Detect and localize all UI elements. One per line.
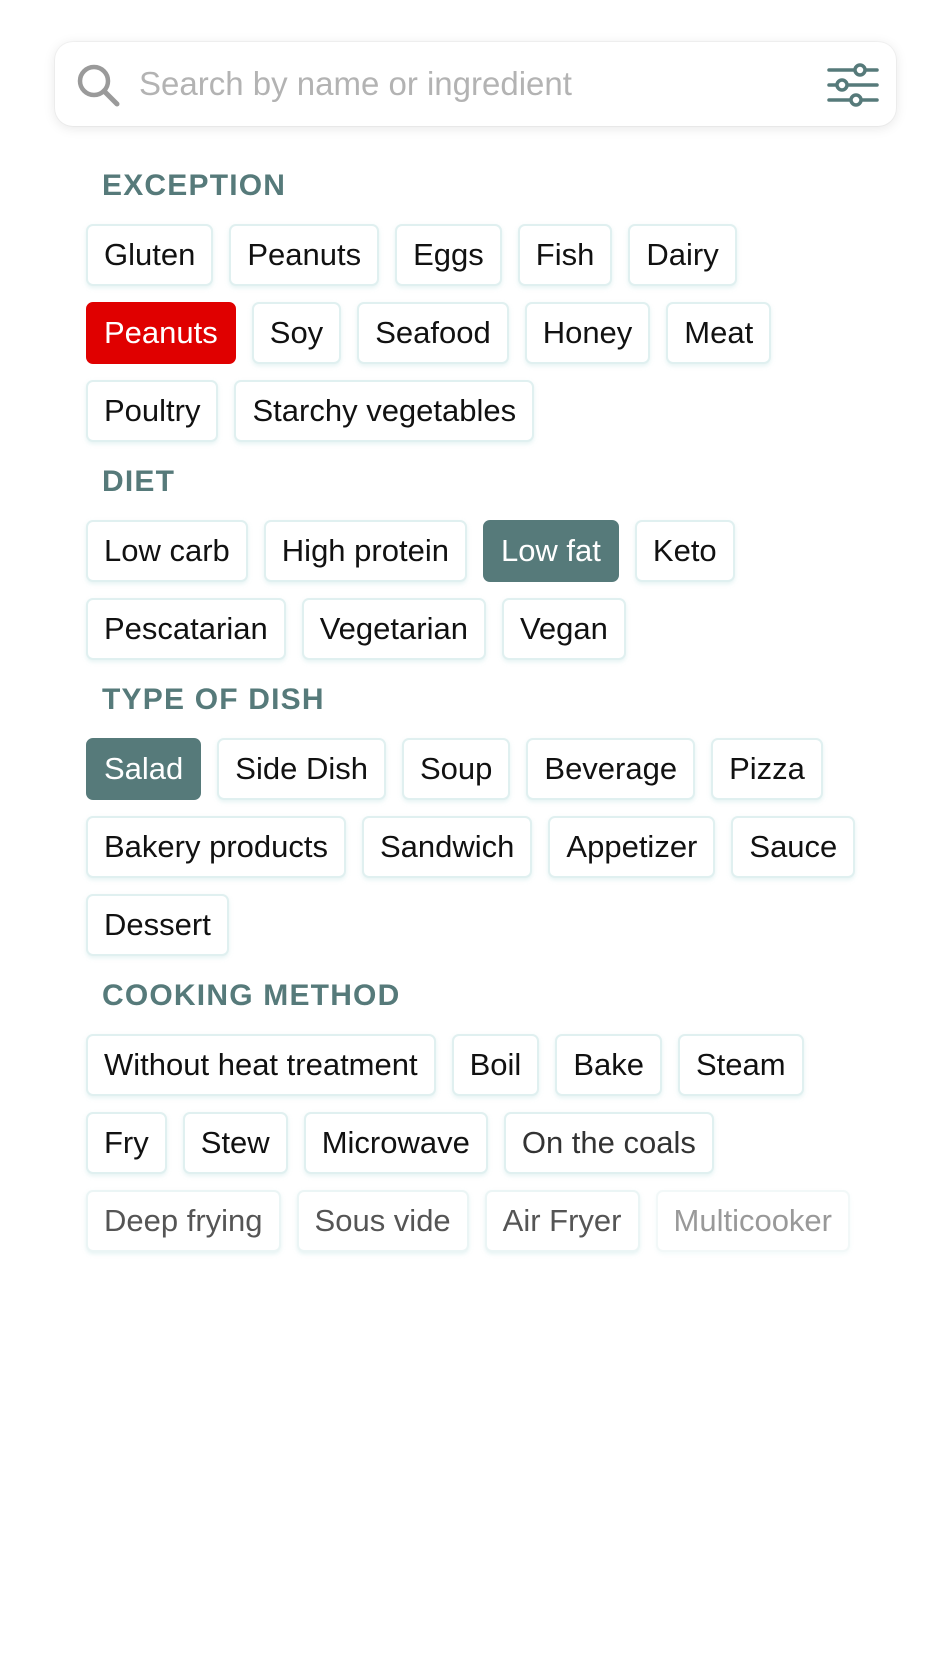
chip-gluten[interactable]: Gluten bbox=[86, 224, 214, 286]
chip-vegan[interactable]: Vegan bbox=[501, 598, 626, 660]
chip-steam[interactable]: Steam bbox=[677, 1034, 804, 1096]
chip-deep-frying[interactable]: Deep frying bbox=[86, 1190, 281, 1252]
chip-bake[interactable]: Bake bbox=[555, 1034, 662, 1096]
chip-sauce[interactable]: Sauce bbox=[731, 816, 856, 878]
chip-pescatarian[interactable]: Pescatarian bbox=[86, 598, 286, 660]
chip-appetizer[interactable]: Appetizer bbox=[548, 816, 716, 878]
chip-seafood[interactable]: Seafood bbox=[357, 302, 509, 364]
section-title-exception: EXCEPTION bbox=[102, 169, 287, 202]
section-diet: DIET Low carb High protein Low fat Keto Pesca… bbox=[86, 464, 886, 660]
chip-high-protein[interactable]: High protein bbox=[263, 520, 467, 582]
chip-meat[interactable]: Meat bbox=[666, 302, 772, 364]
chip-sandwich[interactable]: Sandwich bbox=[362, 816, 533, 878]
chip-group-cooking-method: Without heat treatment Boil Bake Steam Fry St… bbox=[86, 1034, 886, 1252]
chip-bakery-products[interactable]: Bakery products bbox=[86, 816, 346, 878]
chip-salad[interactable]: Salad bbox=[86, 738, 202, 800]
search-icon bbox=[77, 64, 120, 107]
sliders-icon[interactable] bbox=[826, 62, 880, 108]
chip-group-diet: Low carb High protein Low fat Keto Pescatari… bbox=[86, 520, 886, 660]
chip-microwave[interactable]: Microwave bbox=[303, 1112, 488, 1174]
section-title-type-of-dish: TYPE OF DISH bbox=[102, 683, 325, 716]
chip-without-heat-treatment[interactable]: Without heat treatment bbox=[86, 1034, 436, 1096]
chip-low-carb[interactable]: Low carb bbox=[86, 520, 248, 582]
section-type-of-dish: TYPE OF DISH Salad Side Dish Soup Beverage Pi… bbox=[86, 682, 886, 956]
section-exception: EXCEPTION Gluten Peanuts Eggs Fish Dairy Peanu… bbox=[86, 168, 886, 442]
chip-group-type-of-dish: Salad Side Dish Soup Beverage Pizza Bakery pr… bbox=[86, 738, 886, 956]
search-bar[interactable] bbox=[55, 42, 896, 126]
section-cooking-method: COOKING METHOD Without heat treatment Boil… bbox=[86, 978, 886, 1252]
chip-side-dish[interactable]: Side Dish bbox=[217, 738, 386, 800]
chip-air-fryer[interactable]: Air Fryer bbox=[484, 1190, 640, 1252]
chip-dessert[interactable]: Dessert bbox=[86, 894, 229, 956]
section-title-diet: DIET bbox=[102, 465, 176, 498]
chip-soy[interactable]: Soy bbox=[251, 302, 342, 364]
chip-sous-vide[interactable]: Sous vide bbox=[296, 1190, 469, 1252]
chip-honey[interactable]: Honey bbox=[524, 302, 651, 364]
chip-eggs[interactable]: Eggs bbox=[395, 224, 502, 286]
chip-low-fat[interactable]: Low fat bbox=[482, 520, 619, 582]
chip-fish[interactable]: Fish bbox=[517, 224, 613, 286]
chip-pizza[interactable]: Pizza bbox=[711, 738, 823, 800]
chip-group-exception: Gluten Peanuts Eggs Fish Dairy Peanuts Soy Seaf… bbox=[86, 224, 886, 442]
chip-stew[interactable]: Stew bbox=[182, 1112, 288, 1174]
chip-boil[interactable]: Boil bbox=[451, 1034, 540, 1096]
chip-peanuts[interactable]: Peanuts bbox=[229, 224, 380, 286]
chip-fry[interactable]: Fry bbox=[86, 1112, 167, 1174]
chip-keto[interactable]: Keto bbox=[634, 520, 735, 582]
chip-starchy-vegetables[interactable]: Starchy vegetables bbox=[234, 380, 535, 442]
search-input[interactable] bbox=[139, 59, 779, 109]
chip-soup[interactable]: Soup bbox=[401, 738, 511, 800]
chip-poultry[interactable]: Poultry bbox=[86, 380, 219, 442]
chip-on-the-coals[interactable]: On the coals bbox=[503, 1112, 714, 1174]
chip-beverage[interactable]: Beverage bbox=[526, 738, 696, 800]
section-title-cooking-method: COOKING METHOD bbox=[102, 979, 401, 1012]
chip-multicooker[interactable]: Multicooker bbox=[655, 1190, 850, 1252]
chip-peanuts[interactable]: Peanuts bbox=[86, 302, 236, 364]
chip-vegetarian[interactable]: Vegetarian bbox=[301, 598, 486, 660]
filter-panel: EXCEPTION Gluten Peanuts Eggs Fish Dairy Peanu… bbox=[86, 168, 886, 1274]
chip-dairy[interactable]: Dairy bbox=[628, 224, 737, 286]
